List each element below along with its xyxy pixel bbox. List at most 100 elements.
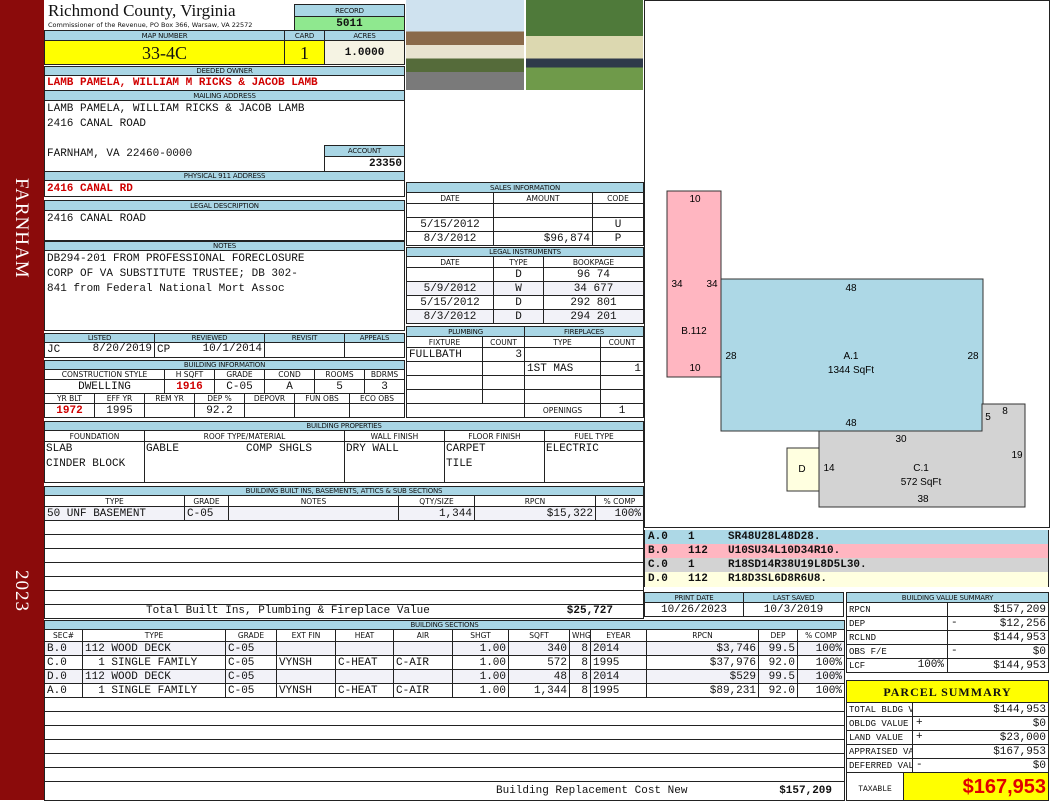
value-summary-value: $144,953 bbox=[947, 658, 1049, 673]
sketch-label: 572 SqFt bbox=[901, 477, 942, 488]
building-info-value: 3 bbox=[364, 379, 405, 394]
sketch-label: 10 bbox=[689, 194, 701, 205]
building-info-value bbox=[349, 403, 405, 418]
date-value: 10/3/2019 bbox=[743, 602, 844, 617]
sketch-label: B.112 bbox=[681, 326, 707, 337]
sketch-code: U10SU34L10D34R10. bbox=[728, 545, 841, 557]
parcel-label: OBLDG VALUE bbox=[846, 716, 913, 731]
section-row: C.0 bbox=[44, 655, 83, 670]
built-in-blank-row bbox=[44, 576, 644, 591]
notes-line: 841 from Federal National Mort Assoc bbox=[47, 283, 285, 295]
building-info-value: C-05 bbox=[214, 379, 265, 394]
building-info-value: A bbox=[264, 379, 315, 394]
section-row: $529 bbox=[646, 669, 759, 684]
replacement-cost-label: Building Replacement Cost New bbox=[496, 785, 688, 797]
section-row: VYNSH bbox=[276, 655, 336, 670]
section-blank-row bbox=[44, 711, 845, 726]
sales-row bbox=[592, 203, 644, 218]
parcel-label: TOTAL BLDG VALUE bbox=[846, 702, 913, 717]
roof-material: COMP SHGLS bbox=[246, 443, 313, 455]
section-row: B.0 bbox=[44, 641, 83, 656]
sales-row bbox=[493, 217, 593, 232]
openings-value: 1 bbox=[600, 403, 644, 418]
building-info-value bbox=[244, 403, 295, 418]
section-row: 1 SINGLE FAMILY bbox=[82, 683, 226, 698]
section-row: 8 bbox=[569, 655, 591, 670]
built-in-blank-row bbox=[44, 534, 644, 549]
sketch-code-number: 112 bbox=[688, 545, 708, 557]
section-row bbox=[393, 641, 453, 656]
floor-finish: CARPET bbox=[446, 443, 486, 455]
sketch-code-row bbox=[644, 530, 1049, 545]
plumbing-row: FULLBATH bbox=[406, 347, 483, 362]
built-in-row: C-05 bbox=[184, 506, 229, 521]
replacement-cost: $157,209 bbox=[779, 785, 832, 797]
section-row: C-AIR bbox=[393, 683, 453, 698]
house-photo-1[interactable] bbox=[406, 0, 524, 90]
legal-instrument-row: D bbox=[493, 309, 544, 324]
parcel-value: $0 bbox=[912, 758, 1049, 773]
value-sign: - bbox=[951, 645, 958, 657]
legal-instrument-row: 96 74 bbox=[543, 267, 644, 282]
built-in-blank-row bbox=[44, 590, 644, 605]
section-blank-row bbox=[44, 697, 845, 712]
district-name: FARNHAM bbox=[11, 178, 32, 279]
section-blank-row bbox=[44, 767, 845, 782]
plumbing-row bbox=[406, 389, 483, 404]
section-row: 2014 bbox=[590, 669, 647, 684]
sketch-label: 38 bbox=[917, 494, 929, 505]
floor-finish: TILE bbox=[446, 458, 473, 470]
sketch-code-number: 112 bbox=[688, 573, 708, 585]
section-row: 99.5 bbox=[758, 641, 798, 656]
sketch-label: 48 bbox=[845, 283, 857, 294]
section-blank-row bbox=[44, 739, 845, 754]
plumbing-row bbox=[406, 375, 483, 390]
section-row bbox=[335, 669, 394, 684]
legal-instrument-row: 5/9/2012 bbox=[406, 281, 494, 296]
section-row: A.0 bbox=[44, 683, 83, 698]
sketch-label: 28 bbox=[967, 351, 979, 362]
section-blank-row bbox=[44, 725, 845, 740]
parcel-summary-title: PARCEL SUMMARY bbox=[846, 680, 1049, 703]
house-photo-2[interactable] bbox=[526, 0, 643, 90]
built-in-row: 50 UNF BASEMENT bbox=[44, 506, 185, 521]
date-value: 10/26/2023 bbox=[644, 602, 744, 617]
section-row: C-HEAT bbox=[335, 683, 394, 698]
legal-instrument-row: 5/15/2012 bbox=[406, 295, 494, 310]
built-in-blank-row bbox=[44, 520, 644, 535]
account-number: 23350 bbox=[324, 156, 405, 172]
value-sign: + bbox=[916, 717, 923, 729]
sketch-label: 19 bbox=[1011, 450, 1023, 461]
revisit-value bbox=[264, 342, 345, 358]
legal-instrument-row: D bbox=[493, 267, 544, 282]
built-in-blank-row bbox=[44, 562, 644, 577]
building-info-value: 1916 bbox=[164, 379, 215, 394]
sales-row: 8/3/2012 bbox=[406, 231, 494, 246]
reviewed-date: 10/1/2014 bbox=[202, 343, 262, 355]
legal-instrument-row bbox=[406, 267, 494, 282]
building-sketch: 10 34 34 B.112 10 48 28 28 A.1 1344 SqFt… bbox=[644, 0, 1050, 528]
fireplace-row bbox=[600, 389, 644, 404]
section-row: 100% bbox=[797, 669, 845, 684]
section-row: 100% bbox=[797, 683, 845, 698]
legal-instrument-row: W bbox=[493, 281, 544, 296]
deeded-owner: LAMB PAMELA, WILLIAM M RICKS & JACOB LAM… bbox=[44, 75, 405, 91]
card-number: 1 bbox=[284, 40, 325, 65]
built-in-row: 1,344 bbox=[398, 506, 475, 521]
openings-label: OPENINGS bbox=[524, 403, 601, 418]
lcf-percent: 100% bbox=[917, 659, 944, 671]
sketch-label: D bbox=[798, 464, 805, 475]
taxable-label: TAXABLE VALUE bbox=[846, 772, 904, 801]
mailing-line: LAMB PAMELA, WILLIAM RICKS & JACOB LAMB bbox=[47, 103, 305, 115]
section-row: 100% bbox=[797, 641, 845, 656]
built-in-row: 100% bbox=[595, 506, 644, 521]
section-row: 1995 bbox=[590, 683, 647, 698]
built-in-row bbox=[228, 506, 399, 521]
sketch-section: D.0 bbox=[648, 573, 668, 585]
sales-row: P bbox=[592, 231, 644, 246]
wall-finish: DRY WALL bbox=[346, 443, 399, 455]
sketch-label: 34 bbox=[671, 279, 683, 290]
sketch-label: 10 bbox=[689, 363, 701, 374]
building-info-value: 1995 bbox=[94, 403, 145, 418]
parcel-value: $144,953 bbox=[912, 702, 1049, 717]
